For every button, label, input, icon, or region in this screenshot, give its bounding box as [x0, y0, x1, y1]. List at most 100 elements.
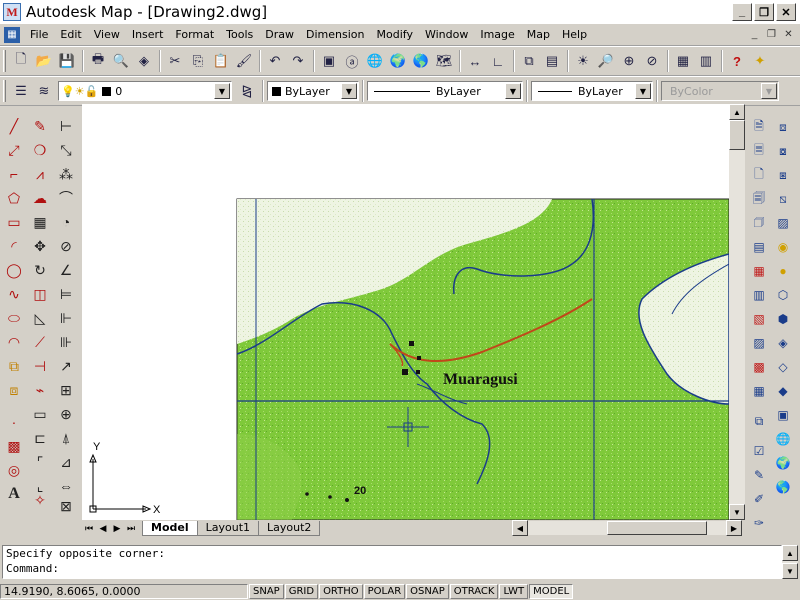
arc-length-icon[interactable]: ⌒ [54, 186, 78, 210]
extend-icon[interactable]: ⊣ [28, 354, 52, 378]
menu-insert[interactable]: Insert [126, 28, 170, 41]
otrack-toggle[interactable]: OTRACK [449, 584, 499, 599]
horizontal-scroll-thumb[interactable] [607, 521, 707, 535]
chevron-down-icon[interactable]: ▼ [505, 83, 521, 99]
map-display-icon[interactable]: 🌎 [410, 50, 432, 72]
open-icon[interactable]: 📂 [33, 50, 55, 72]
scroll-up-icon[interactable]: ▲ [782, 545, 798, 561]
menu-format[interactable]: Format [169, 28, 220, 41]
tool-palettes-icon[interactable]: ▦ [672, 50, 694, 72]
scroll-left-icon[interactable]: ◀ [512, 520, 528, 536]
redo-icon[interactable]: ↷ [287, 50, 309, 72]
mirror-icon[interactable]: ⩘ [28, 162, 52, 186]
map-tool-6-icon[interactable]: ▤ [748, 236, 770, 258]
map-tool-13-icon[interactable]: ⧉ [748, 410, 770, 432]
command-window[interactable]: Specify opposite corner: Command: [2, 545, 782, 579]
map-tool-17-icon[interactable]: ✑ [748, 512, 770, 534]
scale-icon[interactable]: ◫ [28, 282, 52, 306]
horizontal-scrollbar[interactable]: ◀ ▶ [512, 520, 742, 536]
new-icon[interactable]: 🗋 [10, 50, 32, 72]
menu-draw[interactable]: Draw [259, 28, 300, 41]
help-icon[interactable]: ? [726, 50, 748, 72]
layer-manager-icon[interactable]: ☰ [10, 80, 32, 102]
ordinate-dimension-icon[interactable]: ⁂ [54, 162, 78, 186]
explode-icon[interactable]: ✧ [28, 488, 52, 512]
array-icon[interactable]: ▦ [28, 210, 52, 234]
dimension-edit-icon[interactable]: ⍋ [54, 426, 78, 450]
chamfer-icon[interactable]: ⌜ [28, 450, 52, 474]
move-icon[interactable]: ✥ [28, 234, 52, 258]
copy-icon[interactable]: ⎘ [187, 50, 209, 72]
map-tool-22-icon[interactable]: ▨ [772, 212, 794, 234]
scroll-up-icon[interactable]: ▲ [729, 104, 745, 120]
ucs-icon[interactable]: ∟ [487, 50, 509, 72]
rectangle-icon[interactable]: ▭ [2, 210, 26, 234]
hatch-icon[interactable]: ▩ [2, 434, 26, 458]
menu-tools[interactable]: Tools [220, 28, 259, 41]
chevron-down-icon[interactable]: ▼ [341, 83, 357, 99]
tab-layout2[interactable]: Layout2 [258, 520, 321, 536]
print-preview-icon[interactable]: 🔍 [110, 50, 132, 72]
map-tool-8-icon[interactable]: ▥ [748, 284, 770, 306]
map-tool-10-icon[interactable]: ▨ [748, 332, 770, 354]
tolerance-icon[interactable]: ⊞ [54, 378, 78, 402]
match-properties-icon[interactable]: 🖌 [233, 50, 255, 72]
arc-icon[interactable]: ◜ [2, 234, 26, 258]
tab-model[interactable]: Model [142, 520, 198, 536]
polygon-icon[interactable]: ⬠ [2, 186, 26, 210]
save-icon[interactable]: 💾 [56, 50, 78, 72]
polyline-icon[interactable]: ⌐ [2, 162, 26, 186]
spline-icon[interactable]: ∿ [2, 282, 26, 306]
radius-dimension-icon[interactable]: ◔ [54, 210, 78, 234]
model-toggle[interactable]: MODEL [529, 584, 574, 599]
map-tool-32-icon[interactable]: 🌍 [772, 452, 794, 474]
last-tab-icon[interactable]: ⏭ [124, 521, 138, 535]
undo-icon[interactable]: ↶ [264, 50, 286, 72]
zoom-previous-icon[interactable]: ⊘ [641, 50, 663, 72]
zoom-window-icon[interactable]: ⊕ [618, 50, 640, 72]
ellipse-icon[interactable]: ⬭ [2, 306, 26, 330]
first-tab-icon[interactable]: ⏮ [82, 521, 96, 535]
paste-icon[interactable]: 📋 [210, 50, 232, 72]
prev-tab-icon[interactable]: ◀ [96, 521, 110, 535]
command-scrollbar[interactable]: ▲ ▼ [782, 545, 798, 579]
point-icon[interactable]: · [2, 410, 26, 434]
print-icon[interactable]: 🖶 [87, 50, 109, 72]
offset-icon[interactable]: ☁ [28, 186, 52, 210]
pan-icon[interactable]: ☀ [572, 50, 594, 72]
toolbar-grip[interactable] [3, 50, 6, 72]
design-center-icon[interactable]: ▣ [318, 50, 340, 72]
map-tool-28-icon[interactable]: ◇ [772, 356, 794, 378]
doc-restore-button[interactable]: ❐ [764, 27, 779, 41]
copy-object-icon[interactable]: ❍ [28, 138, 52, 162]
map-tool-25-icon[interactable]: ⬡ [772, 284, 794, 306]
scroll-right-icon[interactable]: ▶ [726, 520, 742, 536]
diameter-dimension-icon[interactable]: ⊘ [54, 234, 78, 258]
map-tool-5-icon[interactable]: 🗇 [748, 212, 770, 234]
trim-icon[interactable]: ⟋ [28, 330, 52, 354]
angular-dimension-icon[interactable]: ∠ [54, 258, 78, 282]
aerial-view-icon[interactable]: ▤ [541, 50, 563, 72]
tab-layout1[interactable]: Layout1 [196, 520, 260, 536]
globe-icon[interactable]: 🌐 [364, 50, 386, 72]
drawing-canvas[interactable]: Muaragusi 20 Y X [82, 104, 729, 520]
stretch-icon[interactable]: ◺ [28, 306, 52, 330]
construction-line-icon[interactable]: ⤢ [2, 138, 26, 162]
line-icon[interactable]: ╱ [2, 114, 26, 138]
map-tool-15-icon[interactable]: ✎ [748, 464, 770, 486]
map-tool-14-icon[interactable]: ☑ [748, 440, 770, 462]
map-tool-11-icon[interactable]: ▩ [748, 356, 770, 378]
command-prompt[interactable]: Command: [3, 561, 781, 576]
map-tool-3-icon[interactable]: 🗋 [748, 164, 770, 186]
highlight-icon[interactable]: ✦ [749, 50, 771, 72]
map-tool-19-icon[interactable]: ⧇ [772, 140, 794, 162]
map-tool-30-icon[interactable]: ▣ [772, 404, 794, 426]
erase-icon[interactable]: ✎ [28, 114, 52, 138]
linetype-dropdown[interactable]: ByLayer ▼ [367, 81, 523, 101]
menu-image[interactable]: Image [474, 28, 520, 41]
osnap-toggle[interactable]: OSNAP [406, 584, 449, 599]
lineweight-dropdown[interactable]: ByLayer ▼ [531, 81, 653, 101]
region-icon[interactable]: ◎ [2, 458, 26, 482]
quick-dimension-icon[interactable]: ⊨ [54, 282, 78, 306]
break-point-icon[interactable]: ⌁ [28, 378, 52, 402]
